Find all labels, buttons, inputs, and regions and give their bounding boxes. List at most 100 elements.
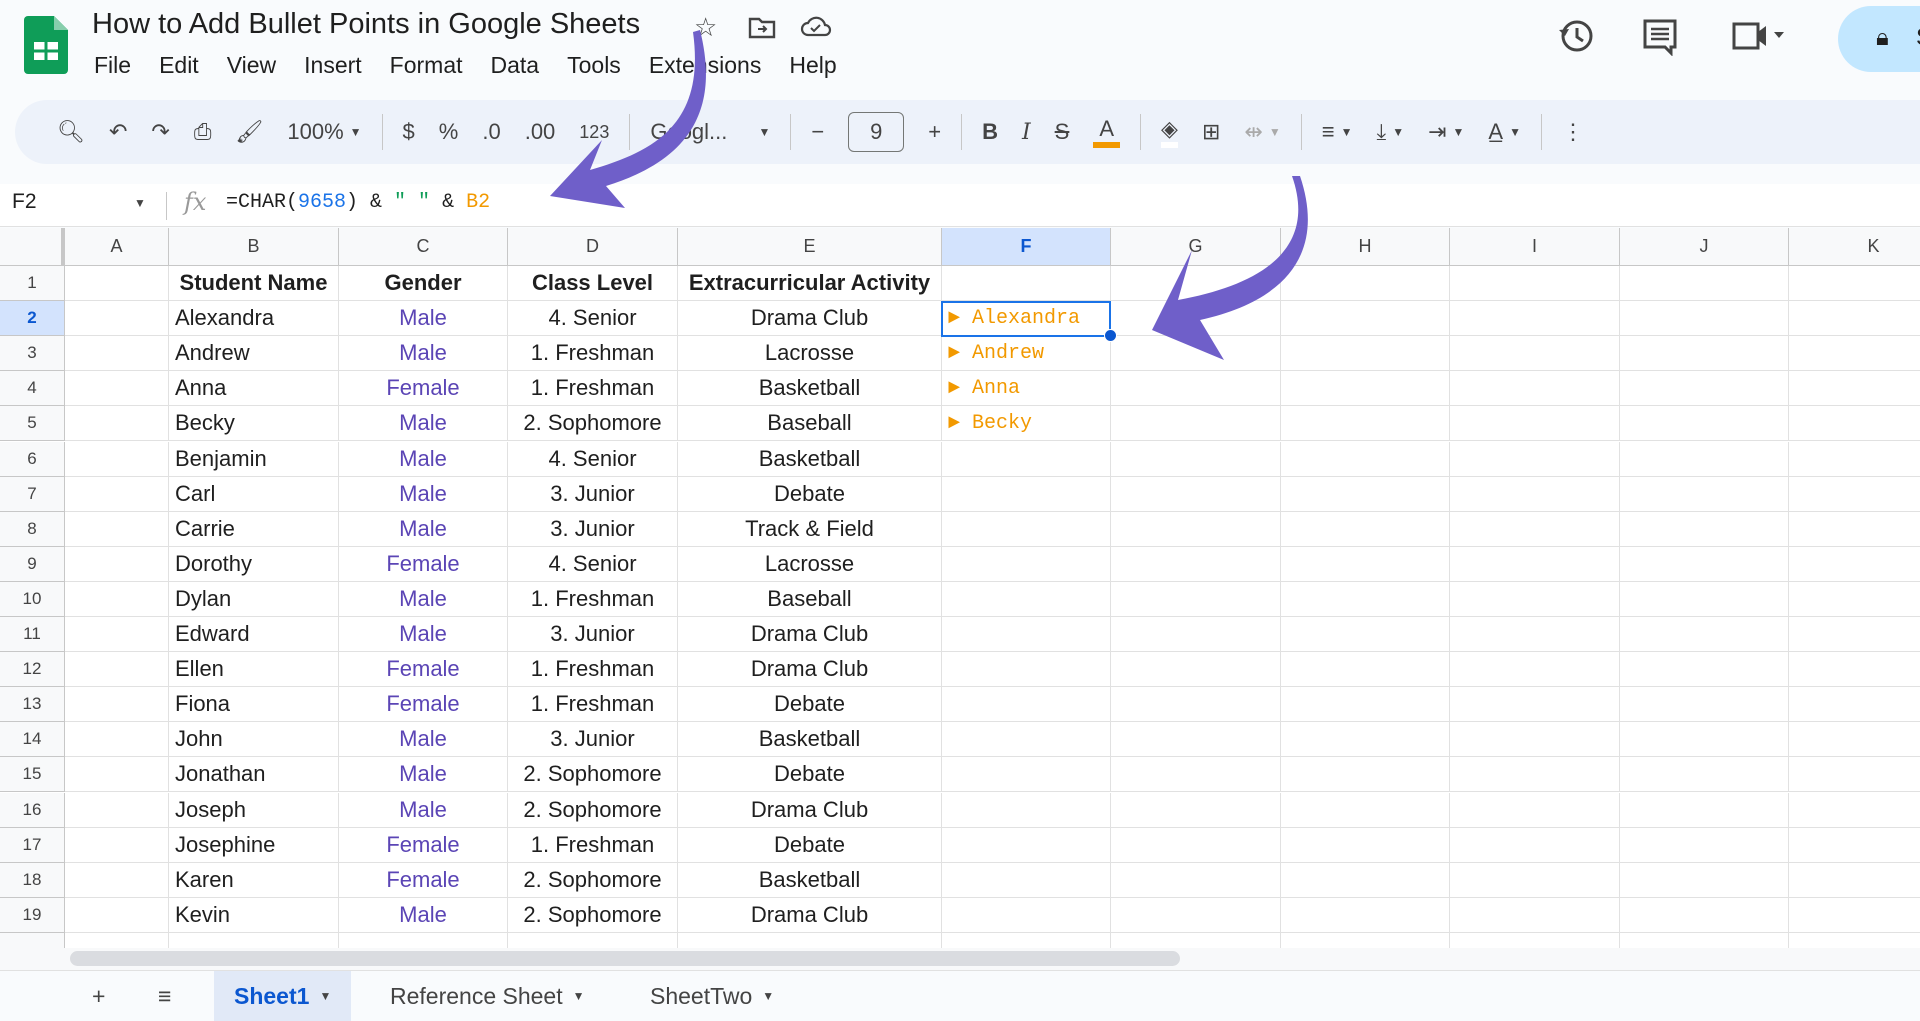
cell-e11[interactable]: Drama Club xyxy=(678,617,942,652)
cell-i10[interactable] xyxy=(1450,582,1620,617)
cell-j1[interactable] xyxy=(1620,266,1789,301)
cell-b11[interactable]: Edward xyxy=(169,617,339,652)
cell-b14[interactable]: John xyxy=(169,722,339,757)
cell-a13[interactable] xyxy=(65,687,169,722)
row-header[interactable]: 7 xyxy=(0,477,65,512)
column-header-k[interactable]: K xyxy=(1789,228,1920,266)
cell-d8[interactable]: 3. Junior xyxy=(508,512,678,547)
row-header[interactable] xyxy=(0,933,65,948)
cell-h6[interactable] xyxy=(1281,442,1450,477)
cell-h19[interactable] xyxy=(1281,898,1450,933)
row-header[interactable]: 15 xyxy=(0,757,65,792)
cell-a3[interactable] xyxy=(65,336,169,371)
cell-j10[interactable] xyxy=(1620,582,1789,617)
undo-icon[interactable]: ↶ xyxy=(109,119,127,145)
cell-j9[interactable] xyxy=(1620,547,1789,582)
cell-f18[interactable] xyxy=(942,863,1111,898)
cell-b16[interactable]: Joseph xyxy=(169,793,339,828)
cell-c5[interactable]: Male xyxy=(339,406,508,441)
row-header[interactable]: 19 xyxy=(0,898,65,933)
cell-k20[interactable] xyxy=(1789,933,1920,948)
cell-d9[interactable]: 4. Senior xyxy=(508,547,678,582)
cell-h14[interactable] xyxy=(1281,722,1450,757)
cell-h16[interactable] xyxy=(1281,793,1450,828)
cell-d15[interactable]: 2. Sophomore xyxy=(508,757,678,792)
cell-a1[interactable] xyxy=(65,266,169,301)
cell-b1[interactable]: Student Name xyxy=(169,266,339,301)
cell-e3[interactable]: Lacrosse xyxy=(678,336,942,371)
cell-f7[interactable] xyxy=(942,477,1111,512)
cell-d1[interactable]: Class Level xyxy=(508,266,678,301)
cell-j19[interactable] xyxy=(1620,898,1789,933)
select-all-corner[interactable] xyxy=(0,228,65,266)
cell-c18[interactable]: Female xyxy=(339,863,508,898)
cell-i8[interactable] xyxy=(1450,512,1620,547)
cell-i6[interactable] xyxy=(1450,442,1620,477)
decrease-font-size-button[interactable]: − xyxy=(811,119,824,145)
cell-g9[interactable] xyxy=(1111,547,1281,582)
column-header-a[interactable]: A xyxy=(65,228,169,266)
decrease-decimal-button[interactable]: .0 xyxy=(482,119,500,145)
cell-h13[interactable] xyxy=(1281,687,1450,722)
row-header[interactable]: 2 xyxy=(0,301,65,336)
cell-g18[interactable] xyxy=(1111,863,1281,898)
cell-d16[interactable]: 2. Sophomore xyxy=(508,793,678,828)
cell-d13[interactable]: 1. Freshman xyxy=(508,687,678,722)
cell-c9[interactable]: Female xyxy=(339,547,508,582)
cell-g4[interactable] xyxy=(1111,371,1281,406)
cell-e8[interactable]: Track & Field xyxy=(678,512,942,547)
column-header-f[interactable]: F xyxy=(942,228,1111,266)
chevron-down-icon[interactable]: ▼ xyxy=(134,196,146,210)
cell-j3[interactable] xyxy=(1620,336,1789,371)
cell-i5[interactable] xyxy=(1450,406,1620,441)
cell-b5[interactable]: Becky xyxy=(169,406,339,441)
cell-h7[interactable] xyxy=(1281,477,1450,512)
chevron-down-icon[interactable]: ▼ xyxy=(762,989,774,1003)
cell-i17[interactable] xyxy=(1450,828,1620,863)
cell-b15[interactable]: Jonathan xyxy=(169,757,339,792)
cell-c17[interactable]: Female xyxy=(339,828,508,863)
cell-h1[interactable] xyxy=(1281,266,1450,301)
cell-f16[interactable] xyxy=(942,793,1111,828)
cell-c13[interactable]: Female xyxy=(339,687,508,722)
cell-f12[interactable] xyxy=(942,652,1111,687)
cell-d11[interactable]: 3. Junior xyxy=(508,617,678,652)
column-header-i[interactable]: I xyxy=(1450,228,1620,266)
share-button[interactable]: 🔒︎S xyxy=(1838,6,1920,72)
cell-a17[interactable] xyxy=(65,828,169,863)
cell-d2[interactable]: 4. Senior xyxy=(508,301,678,336)
cell-k16[interactable] xyxy=(1789,793,1920,828)
menu-extensions[interactable]: Extensions xyxy=(635,52,776,79)
cell-c11[interactable]: Male xyxy=(339,617,508,652)
percent-button[interactable]: % xyxy=(439,119,459,145)
column-header-e[interactable]: E xyxy=(678,228,942,266)
text-rotation-icon[interactable]: A̲▼ xyxy=(1488,119,1521,145)
cell-d4[interactable]: 1. Freshman xyxy=(508,371,678,406)
cell-a8[interactable] xyxy=(65,512,169,547)
cell-d12[interactable]: 1. Freshman xyxy=(508,652,678,687)
cell-f1[interactable] xyxy=(942,266,1111,301)
cell-b10[interactable]: Dylan xyxy=(169,582,339,617)
cell-i11[interactable] xyxy=(1450,617,1620,652)
row-header[interactable]: 9 xyxy=(0,547,65,582)
cell-a20[interactable] xyxy=(65,933,169,948)
cell-j14[interactable] xyxy=(1620,722,1789,757)
cell-g3[interactable] xyxy=(1111,336,1281,371)
cell-f9[interactable] xyxy=(942,547,1111,582)
cell-j11[interactable] xyxy=(1620,617,1789,652)
sheets-logo-icon[interactable] xyxy=(24,16,68,74)
cell-f20[interactable] xyxy=(942,933,1111,948)
cell-f15[interactable] xyxy=(942,757,1111,792)
bold-button[interactable]: B xyxy=(982,119,998,145)
menu-edit[interactable]: Edit xyxy=(145,52,213,79)
cell-b19[interactable]: Kevin xyxy=(169,898,339,933)
document-title[interactable]: How to Add Bullet Points in Google Sheet… xyxy=(92,8,640,41)
cell-h15[interactable] xyxy=(1281,757,1450,792)
comments-icon[interactable] xyxy=(1642,18,1678,56)
cell-g20[interactable] xyxy=(1111,933,1281,948)
cell-d7[interactable]: 3. Junior xyxy=(508,477,678,512)
cell-b6[interactable]: Benjamin xyxy=(169,442,339,477)
more-options-icon[interactable]: ⋮ xyxy=(1562,119,1584,145)
move-folder-icon[interactable] xyxy=(748,15,776,39)
strikethrough-icon[interactable]: S xyxy=(1055,119,1070,145)
